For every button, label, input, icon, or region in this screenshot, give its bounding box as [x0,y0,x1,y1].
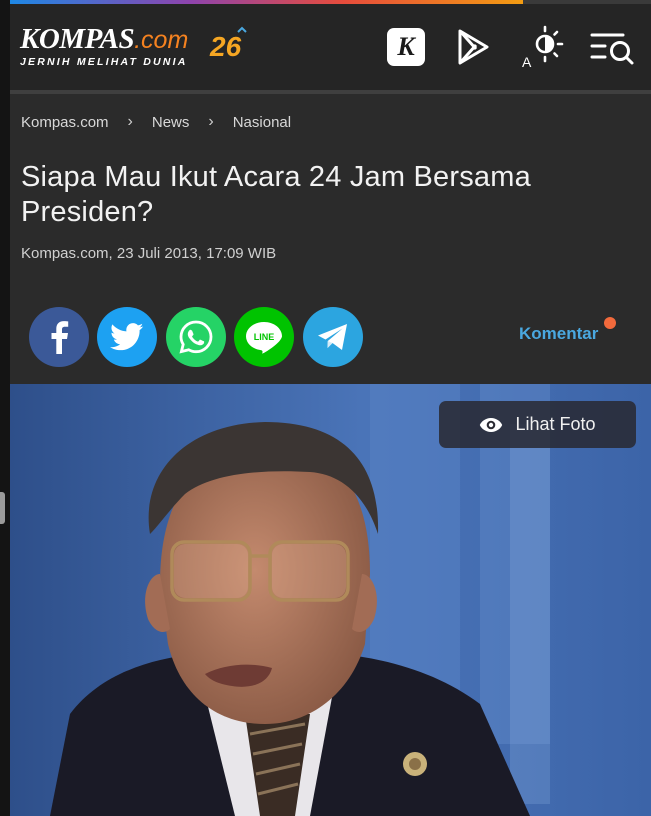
article-hero-photo[interactable]: Lihat Foto [10,384,651,816]
left-edge-rail [0,0,10,816]
reading-progress-fill [10,0,523,4]
twitter-icon [110,323,144,351]
svg-text:A: A [522,54,532,70]
breadcrumb-item-news[interactable]: News [152,114,190,131]
chevron-right-icon: › [208,113,214,130]
article-title: Siapa Mau Ikut Acara 24 Jam Bersama Pres… [21,161,531,228]
portrait-image [10,384,651,816]
share-whatsapp-button[interactable] [166,307,226,367]
menu-search-icon[interactable] [588,26,638,68]
breadcrumb-item-home[interactable]: Kompas.com [21,114,109,131]
view-photo-label: Lihat Foto [515,414,596,434]
comment-notification-dot [604,317,616,329]
logo-wordmark: KOMPAS.com [20,23,189,55]
breadcrumb-item-nasional[interactable]: Nasional [233,114,291,131]
svg-text:LINE: LINE [254,332,275,342]
view-photo-button[interactable]: Lihat Foto [439,401,636,448]
line-icon: LINE [246,322,282,354]
whatsapp-icon [179,320,213,354]
chevron-right-icon: › [127,113,133,130]
side-drawer-handle[interactable] [0,492,5,524]
svg-text:26: 26 [209,31,242,62]
comment-link[interactable]: Komentar [519,324,598,344]
share-twitter-button[interactable] [97,307,157,367]
reading-progress-bar [10,0,651,4]
play-store-icon[interactable] [452,26,494,68]
share-line-button[interactable]: LINE [234,307,294,367]
facebook-icon [51,321,69,354]
breadcrumb: Kompas.com › News › Nasional [21,113,291,131]
share-facebook-button[interactable] [29,307,89,367]
kompas-k-icon[interactable]: K [385,26,427,68]
theme-toggle-icon[interactable]: A [520,24,566,70]
article-header: Kompas.com › News › Nasional Siapa Mau I… [10,94,651,384]
top-header: KOMPAS.com JERNIH MELIHAT DUNIA 26 K A [10,0,651,90]
eye-icon [480,417,503,432]
article-meta: Kompas.com, 23 Juli 2013, 17:09 WIB [21,245,277,262]
anniversary-26-badge: 26 [209,26,247,62]
telegram-icon [318,324,347,350]
kompas-logo[interactable]: KOMPAS.com JERNIH MELIHAT DUNIA 26 [20,23,247,68]
share-telegram-button[interactable] [303,307,363,367]
logo-tagline: JERNIH MELIHAT DUNIA [20,56,188,68]
